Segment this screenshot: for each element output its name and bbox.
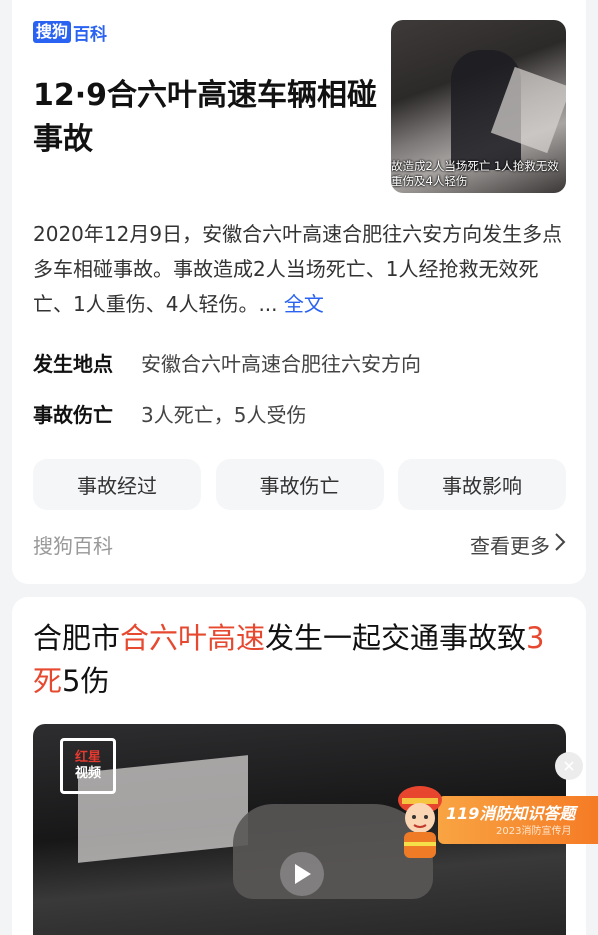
sogou-baike-logo: 搜狗 百科 <box>33 20 108 45</box>
logo-line2: 视频 <box>74 766 101 781</box>
read-full-link[interactable]: 全文 <box>284 292 324 316</box>
entry-title[interactable]: 12·9合六叶高速车辆相碰事故 <box>33 74 378 162</box>
tab-casualties[interactable]: 事故伤亡 <box>215 459 384 510</box>
entry-summary: 2020年12月9日，安徽合六叶高速合肥往六安方向发生多点多车相碰事故。事故造成… <box>33 217 563 322</box>
info-row-casualties: 事故伤亡 3人死亡，5人受伤 <box>33 401 306 429</box>
headline-part2: 发生一起交通事故致 <box>265 621 527 655</box>
casualties-label: 事故伤亡 <box>33 403 113 427</box>
location-value: 安徽合六叶高速合肥往六安方向 <box>141 352 421 376</box>
tab-impact[interactable]: 事故影响 <box>398 459 566 510</box>
banner-subtitle: 2023消防宣传月 <box>496 826 572 837</box>
brand-box: 搜狗 <box>33 21 72 43</box>
section-tabs: 事故经过 事故伤亡 事故影响 <box>33 459 566 510</box>
chevron-right-icon <box>554 532 566 557</box>
hongxing-video-logo: 红星 视频 <box>60 738 116 794</box>
view-more-link[interactable]: 查看更多 <box>470 530 566 559</box>
headline-highlight1: 合六叶高速 <box>120 621 266 655</box>
news-headline[interactable]: 合肥市合六叶高速发生一起交通事故致3死5伤 <box>33 617 563 703</box>
close-icon[interactable] <box>555 752 583 780</box>
fire-safety-quiz-banner[interactable]: 119消防知识答题 2023消防宣传月 <box>368 780 598 862</box>
banner-title: 119消防知识答题 <box>446 804 576 823</box>
play-icon[interactable] <box>280 852 324 896</box>
info-row-location: 发生地点 安徽合六叶高速合肥往六安方向 <box>33 350 421 378</box>
casualties-value: 3人死亡，5人受伤 <box>141 403 307 427</box>
entry-thumbnail[interactable]: 故造成2人当场死亡 1人抢救无效 重伤及4人轻伤 <box>391 20 566 193</box>
view-more-label: 查看更多 <box>470 534 550 558</box>
card-footer: 搜狗百科 查看更多 <box>33 530 566 559</box>
location-label: 发生地点 <box>33 352 113 376</box>
thumb-caption-line1: 故造成2人当场死亡 1人抢救无效 <box>391 159 559 173</box>
brand-text: 百科 <box>73 24 108 45</box>
news-card[interactable]: 合肥市合六叶高速发生一起交通事故致3死5伤 红星 视频 <box>12 597 586 935</box>
headline-part1: 合肥市 <box>33 621 121 655</box>
thumb-caption: 故造成2人当场死亡 1人抢救无效 重伤及4人轻伤 <box>391 159 566 189</box>
logo-line1: 红星 <box>74 750 101 765</box>
baike-card[interactable]: 搜狗 百科 12·9合六叶高速车辆相碰事故 故造成2人当场死亡 1人抢救无效 重… <box>12 0 586 584</box>
tab-accident-process[interactable]: 事故经过 <box>33 459 201 510</box>
firefighter-mascot-icon <box>390 780 450 862</box>
headline-part3: 5伤 <box>62 664 110 698</box>
source-label: 搜狗百科 <box>33 534 113 558</box>
thumb-caption-line2: 重伤及4人轻伤 <box>391 174 468 188</box>
